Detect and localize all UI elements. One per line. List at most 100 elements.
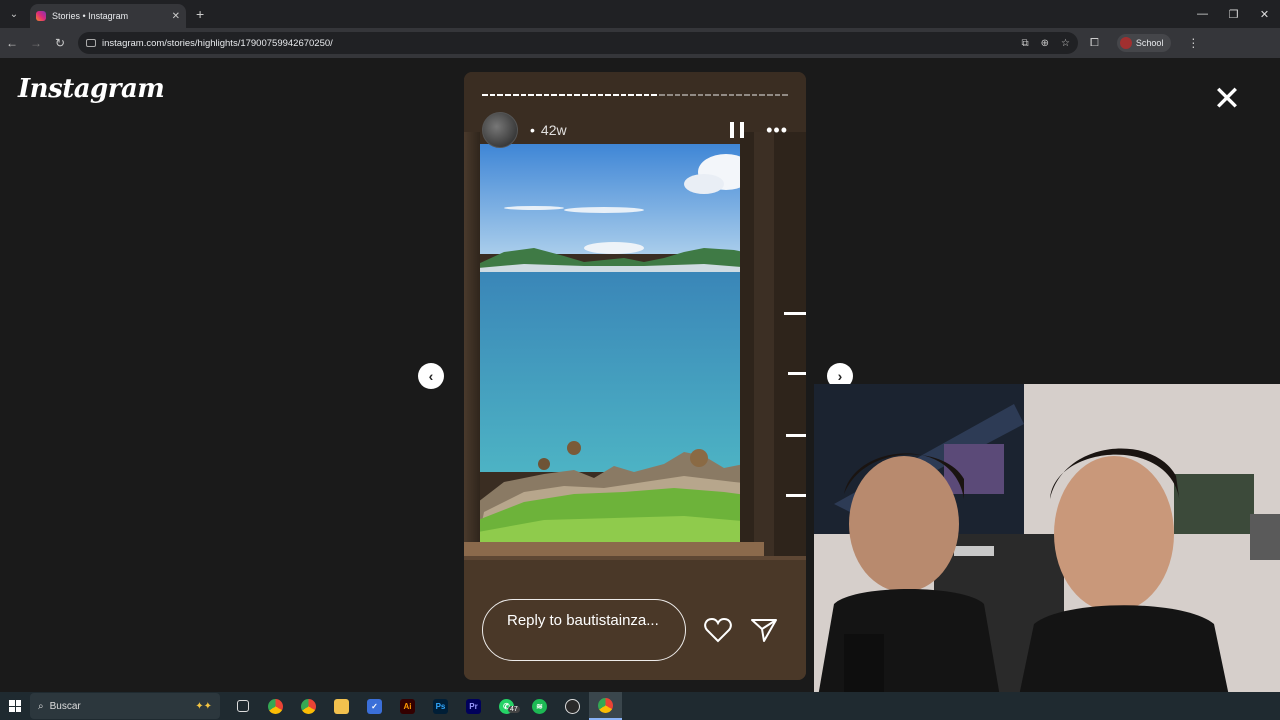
profile-button[interactable]: School xyxy=(1116,34,1172,52)
story-progress-segment xyxy=(597,94,604,96)
premiere-icon: Pr xyxy=(466,698,481,714)
story-progress-segment xyxy=(636,94,642,96)
story-progress-segment xyxy=(612,94,619,96)
story-progress-segment xyxy=(651,94,658,96)
webcam-feed-image xyxy=(814,384,1280,720)
separator-dot: • xyxy=(530,122,535,138)
story-progress-segment xyxy=(705,94,712,96)
story-progress-segment xyxy=(728,94,735,96)
photoshop-app[interactable]: Ps xyxy=(424,692,457,720)
back-button[interactable]: ← xyxy=(0,36,24,50)
taskbar-apps: ✓ Ai Ps Pr ✆ 47 ≋ xyxy=(226,692,622,720)
story-progress-segment xyxy=(505,94,511,96)
story-progress-segment xyxy=(559,94,565,96)
tab-close-icon[interactable]: ✕ xyxy=(172,11,180,22)
story-progress-segment xyxy=(589,94,596,96)
spotify-app[interactable]: ≋ xyxy=(523,692,556,720)
story-progress-segment xyxy=(697,94,704,96)
more-options-icon[interactable]: ••• xyxy=(766,120,788,141)
reload-button[interactable]: ↻ xyxy=(48,36,72,50)
taskbar-search[interactable]: ⌕ Buscar ✦✦ xyxy=(30,693,220,719)
chrome-app[interactable] xyxy=(259,692,292,720)
address-bar[interactable]: instagram.com/stories/highlights/1790075… xyxy=(78,32,1078,54)
browser-tabbar: ⌄ Stories • Instagram ✕ + — ❐ ✕ xyxy=(0,0,1280,28)
story-progress-segment xyxy=(620,94,627,96)
story-progress-segment xyxy=(674,94,681,96)
story-progress-segment xyxy=(767,94,773,96)
heart-icon[interactable] xyxy=(704,617,732,643)
story-progress-segment xyxy=(689,94,696,96)
story-progress-segment xyxy=(720,94,727,96)
profile-label: School xyxy=(1135,38,1164,48)
browser-tab[interactable]: Stories • Instagram ✕ xyxy=(30,4,186,28)
browser-toolbar: ← → ↻ instagram.com/stories/highlights/1… xyxy=(0,28,1280,58)
pause-icon[interactable] xyxy=(730,122,745,138)
obs-app[interactable] xyxy=(556,692,589,720)
chrome-icon xyxy=(301,698,316,714)
minimize-button[interactable]: — xyxy=(1187,0,1218,28)
illustrator-icon: Ai xyxy=(400,698,415,714)
install-app-icon[interactable]: ⧉ xyxy=(1022,38,1029,49)
story-progress-segment xyxy=(643,94,650,96)
tasks-app[interactable]: ✓ xyxy=(358,692,391,720)
story-author-avatar[interactable] xyxy=(482,112,518,148)
close-icon[interactable]: ✕ xyxy=(1210,82,1244,118)
profile-avatar xyxy=(1119,37,1132,49)
task-view-button[interactable] xyxy=(226,692,259,720)
obs-icon xyxy=(565,698,580,714)
story-viewer[interactable]: • 42w ••• Reply to bautistainza... xyxy=(464,72,806,680)
restore-button[interactable]: ❐ xyxy=(1218,0,1249,28)
story-progress-segment xyxy=(736,94,742,96)
browser-menu-icon[interactable]: ⋮ xyxy=(1187,36,1199,50)
chevron-left-icon[interactable]: ‹ xyxy=(418,363,444,389)
instagram-logo[interactable]: Instagram xyxy=(18,74,165,104)
extensions-icon[interactable]: ⧠ xyxy=(1090,37,1099,50)
story-progress-segment xyxy=(551,94,558,96)
send-icon[interactable] xyxy=(750,617,778,643)
copilot-sparkle-icon: ✦✦ xyxy=(195,700,212,712)
file-explorer-app[interactable] xyxy=(325,692,358,720)
story-header: • 42w ••• xyxy=(482,112,788,148)
taskbar-search-placeholder: Buscar xyxy=(49,700,81,712)
checkmark-icon: ✓ xyxy=(367,698,382,714)
tab-title: Stories • Instagram xyxy=(52,11,129,21)
chrome-app-active[interactable] xyxy=(589,692,622,720)
bookmark-star-icon[interactable]: ☆ xyxy=(1061,38,1070,49)
story-progress-segment xyxy=(605,94,611,96)
story-progress-segment xyxy=(713,94,719,96)
site-info-icon[interactable] xyxy=(86,39,96,47)
story-progress-segment xyxy=(528,94,534,96)
story-progress-segment xyxy=(743,94,750,96)
reply-input[interactable]: Reply to bautistainza... xyxy=(482,599,686,661)
story-progress-segment xyxy=(520,94,527,96)
illustrator-app[interactable]: Ai xyxy=(391,692,424,720)
story-progress-segment xyxy=(682,94,688,96)
window-close-button[interactable]: ✕ xyxy=(1249,0,1280,28)
story-time-ago: 42w xyxy=(540,122,567,138)
story-progress-segment xyxy=(628,94,635,96)
windows-taskbar: ⌕ Buscar ✦✦ ✓ Ai Ps Pr ✆ 47 ≋ xyxy=(0,692,1280,720)
premiere-app[interactable]: Pr xyxy=(457,692,490,720)
tab-search-button[interactable]: ⌄ xyxy=(4,4,24,24)
story-image xyxy=(464,72,806,680)
story-progress-segment xyxy=(774,94,781,96)
whatsapp-app[interactable]: ✆ 47 xyxy=(490,692,523,720)
new-tab-button[interactable]: + xyxy=(196,6,204,22)
chrome-app-2[interactable] xyxy=(292,692,325,720)
story-progress-segment xyxy=(535,94,542,96)
story-progress-segment xyxy=(759,94,766,96)
spotify-icon: ≋ xyxy=(532,698,547,714)
forward-button[interactable]: → xyxy=(24,36,48,50)
story-progress-segment xyxy=(489,94,496,96)
story-progress-segment xyxy=(751,94,758,96)
start-button[interactable] xyxy=(0,692,30,720)
instagram-favicon-icon xyxy=(36,11,46,21)
story-progress-segment xyxy=(666,94,673,96)
story-progress-bar xyxy=(482,94,789,96)
story-progress-segment xyxy=(497,94,504,96)
task-view-icon xyxy=(236,700,249,712)
chrome-icon xyxy=(598,697,613,713)
url-text: instagram.com/stories/highlights/1790075… xyxy=(102,37,333,49)
folder-icon xyxy=(334,698,349,714)
zoom-icon[interactable]: ⊕ xyxy=(1041,38,1049,49)
